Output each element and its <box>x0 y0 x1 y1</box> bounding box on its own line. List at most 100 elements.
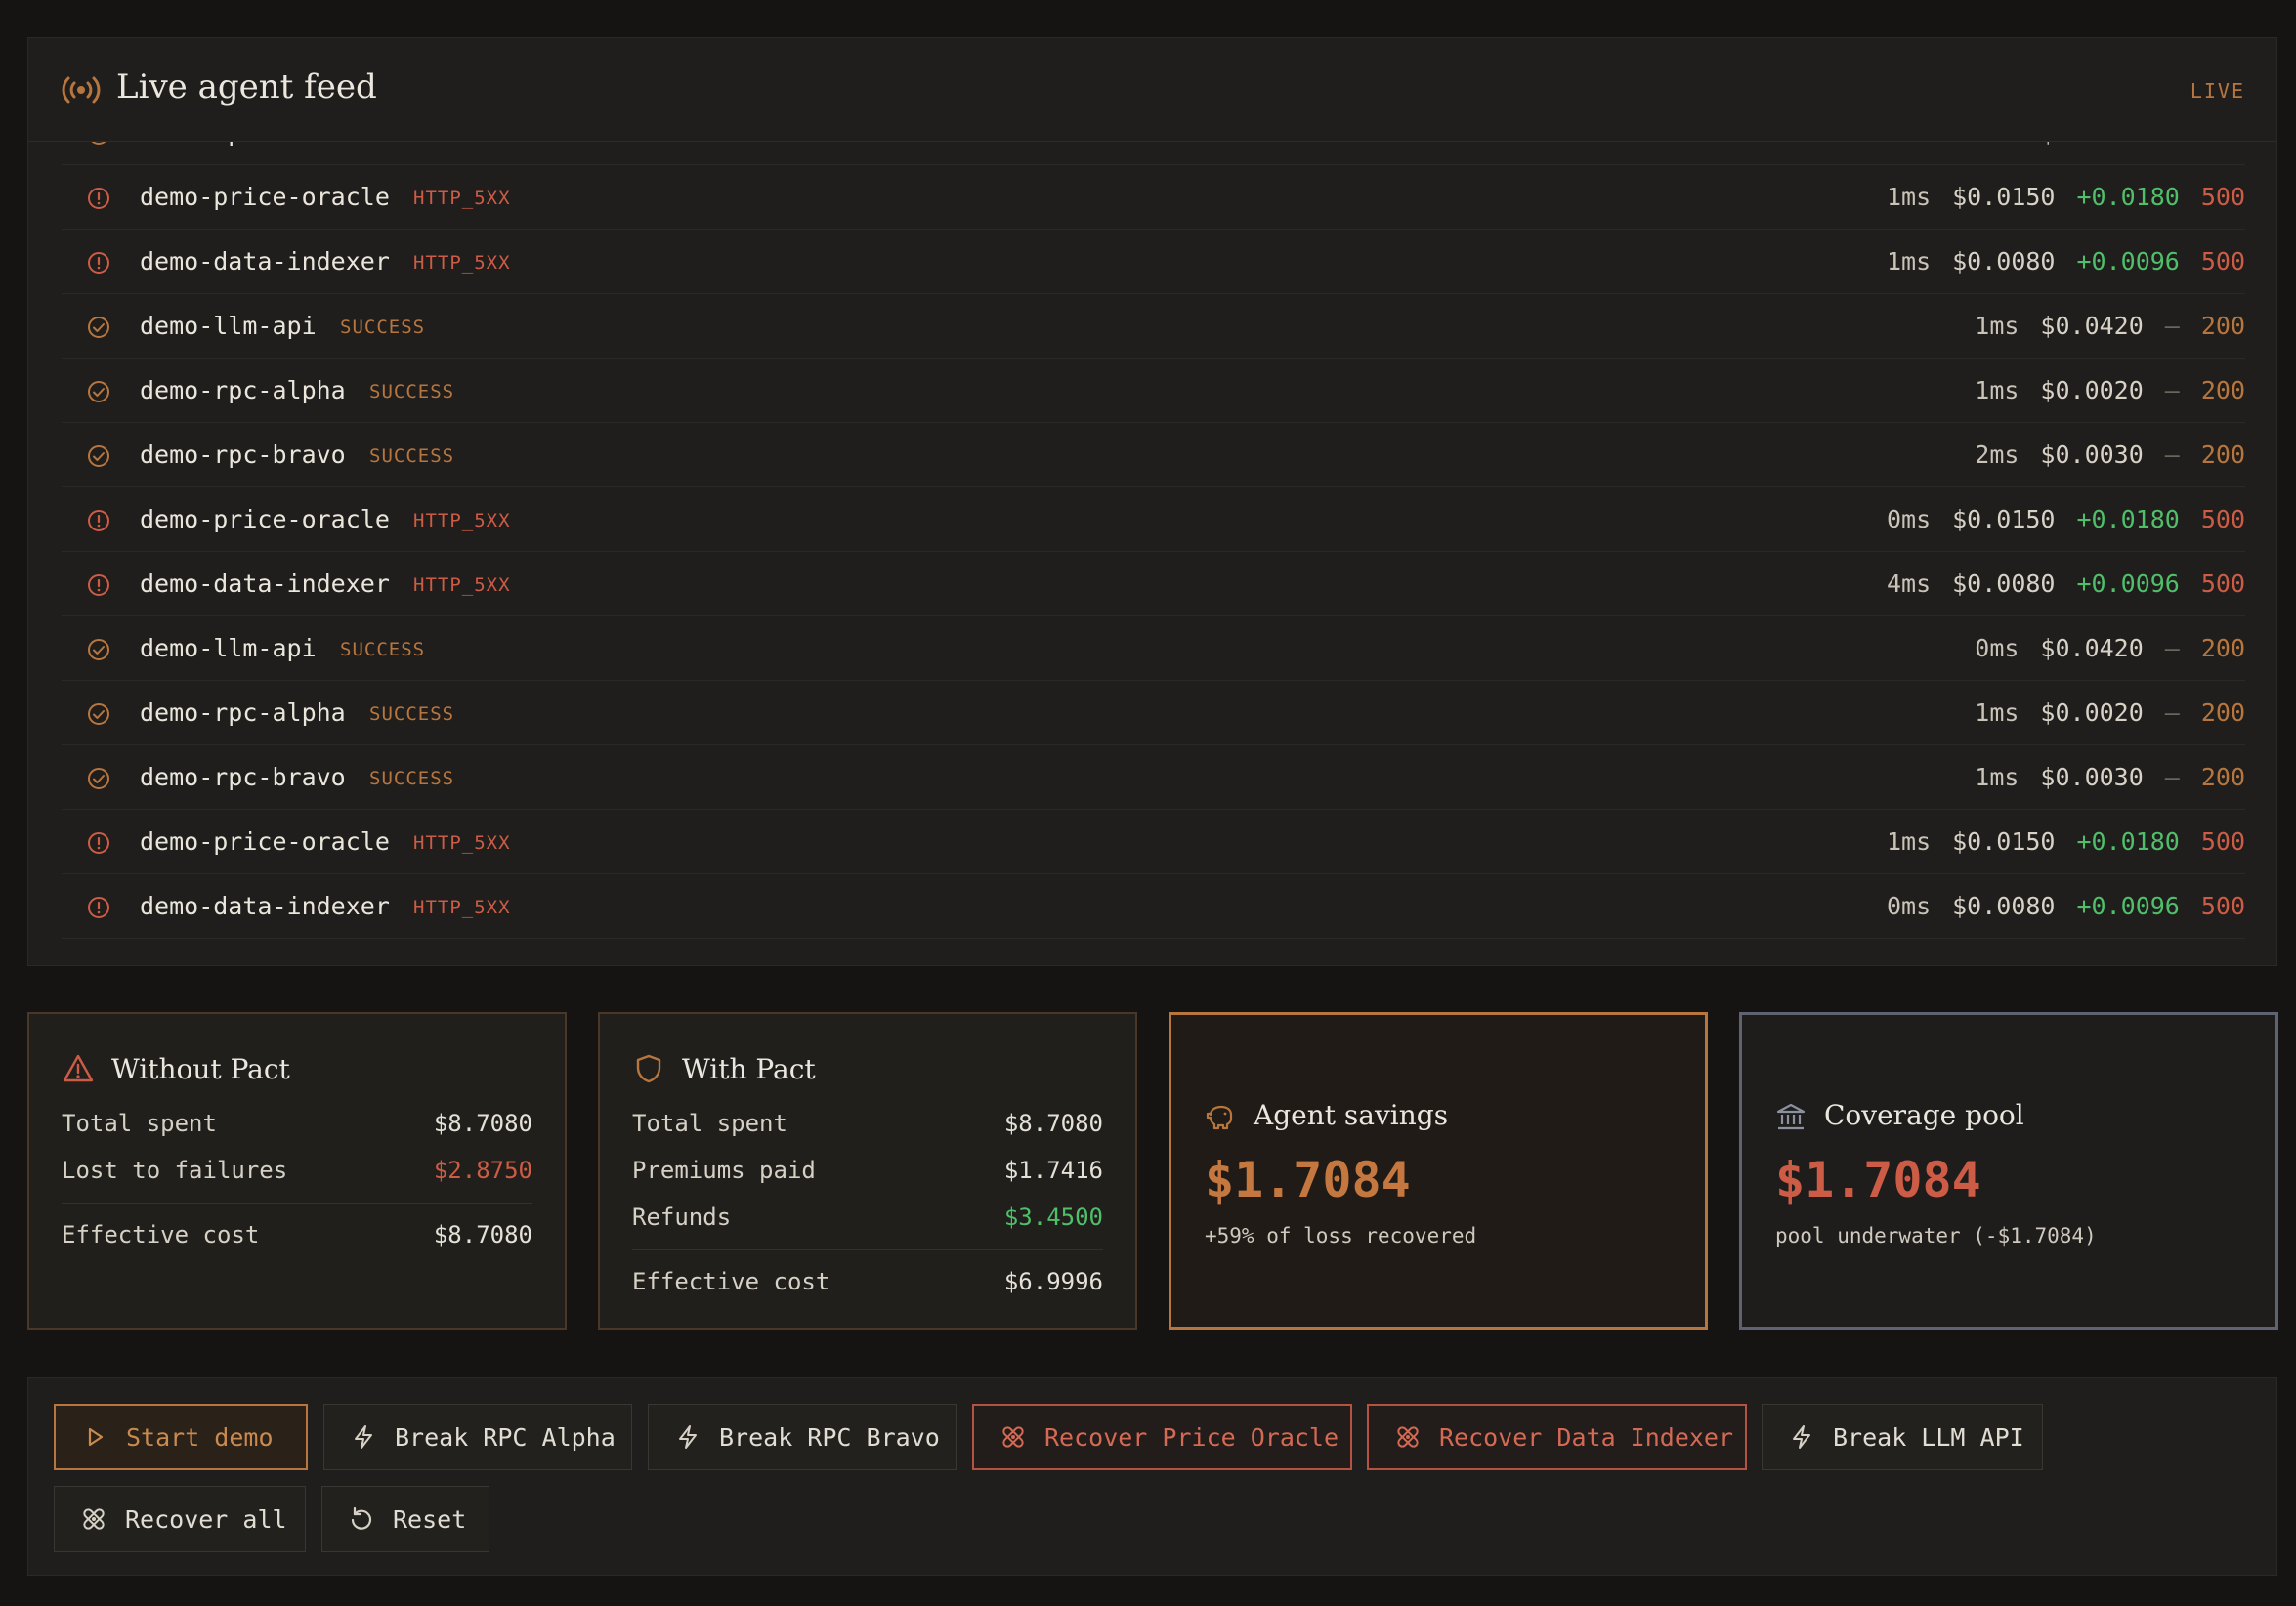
status-badge: HTTP_5XX <box>413 574 511 596</box>
feed-row[interactable]: demo-rpc-alpha SUCCESS 1ms $0.0020–200 <box>62 681 2245 745</box>
status-badge: HTTP_5XX <box>413 832 511 854</box>
endpoint-name: demo-rpc-alpha <box>140 376 346 404</box>
refund: +0.0096 <box>2076 892 2180 920</box>
refund: +0.0096 <box>2076 247 2180 275</box>
row-metrics: 2ms $0.0030–200 <box>1953 441 2245 469</box>
demo-controls: Start demo Break RPC Alpha Break RPC Bra… <box>27 1377 2277 1576</box>
status-code: 500 <box>2200 892 2245 920</box>
feed-row[interactable]: demo-data-indexer HTTP_5XX 0ms $0.0080 +0.00… <box>62 874 2245 939</box>
break-rpc-alpha-button[interactable]: Break RPC Alpha <box>323 1404 632 1470</box>
recover-data-indexer-label: Recover Data Indexer <box>1439 1422 1734 1452</box>
row-metrics: 1ms $0.0420–200 <box>1953 312 2245 340</box>
feed-rows[interactable]: demo-rpc-bravo SUCCESS 1ms $0.0030 – 200 demo-… <box>28 38 2276 965</box>
break-llm-api-label: Break LLM API <box>1833 1422 2024 1452</box>
feed-row[interactable]: demo-rpc-bravo SUCCESS 2ms $0.0030–200 <box>62 423 2245 487</box>
status-badge: SUCCESS <box>369 445 455 467</box>
refund: +0.0180 <box>2076 183 2180 211</box>
endpoint-name: demo-llm-api <box>140 634 317 662</box>
latency: 4ms <box>1886 570 1932 598</box>
recover-all-button[interactable]: Recover all <box>54 1486 306 1552</box>
recover-price-oracle-button[interactable]: Recover Price Oracle <box>972 1404 1352 1470</box>
without-lost-row: Lost to failures $2.8750 <box>62 1151 532 1190</box>
refund: +0.0180 <box>2076 827 2180 856</box>
feed-row[interactable]: demo-llm-api SUCCESS 0ms $0.0420–200 <box>62 616 2245 681</box>
price: $0.0150 <box>1952 505 2056 533</box>
status-badge: SUCCESS <box>369 768 455 789</box>
refund: +0.0096 <box>2076 570 2180 598</box>
status-code: 500 <box>2200 505 2245 533</box>
status-badge: SUCCESS <box>369 703 455 725</box>
status-code: 500 <box>2200 570 2245 598</box>
without-pact-card: Without Pact Total spent $8.7080 Lost to… <box>27 1012 567 1330</box>
endpoint-name: demo-data-indexer <box>140 247 390 275</box>
break-llm-api-button[interactable]: Break LLM API <box>1762 1404 2043 1470</box>
recover-data-indexer-button[interactable]: Recover Data Indexer <box>1367 1404 1747 1470</box>
agent-savings-card: Agent savings $1.7084 +59% of loss recov… <box>1169 1012 1708 1330</box>
refund: – <box>2164 698 2180 727</box>
price: $0.0080 <box>1952 892 2056 920</box>
feed-title: Live agent feed <box>116 67 377 106</box>
row-metrics: 0ms $0.0080 +0.0096 500 <box>1865 892 2245 920</box>
live-badge: LIVE <box>2190 79 2245 103</box>
status-badge: HTTP_5XX <box>413 897 511 918</box>
row-metrics: 0ms $0.0420–200 <box>1953 634 2245 662</box>
value: $6.9996 <box>1003 1268 1103 1295</box>
row-metrics: 1ms $0.0020–200 <box>1953 698 2245 727</box>
feed-row[interactable]: demo-rpc-alpha SUCCESS 1ms $0.0020–200 <box>62 359 2245 423</box>
price: $0.0080 <box>1952 247 2056 275</box>
endpoint-name: demo-data-indexer <box>140 570 390 598</box>
coverage-pool-card: Coverage pool $1.7084 pool underwater (-… <box>1739 1012 2278 1330</box>
endpoint-name: demo-rpc-bravo <box>140 441 346 469</box>
break-rpc-bravo-label: Break RPC Bravo <box>719 1422 940 1452</box>
latency: 1ms <box>1886 183 1932 211</box>
alert-circle-icon <box>88 188 109 209</box>
latency: 2ms <box>1975 441 2020 469</box>
lightning-icon <box>1793 1425 1810 1449</box>
feed-row[interactable]: demo-price-oracle HTTP_5XX 1ms $0.0150 +0.01… <box>62 165 2245 230</box>
reset-label: Reset <box>393 1504 467 1534</box>
price: $0.0030 <box>2040 441 2144 469</box>
break-rpc-bravo-button[interactable]: Break RPC Bravo <box>648 1404 957 1470</box>
with-effective-row: Effective cost $6.9996 <box>632 1262 1103 1301</box>
break-rpc-alpha-label: Break RPC Alpha <box>395 1422 616 1452</box>
feed-row[interactable]: demo-data-indexer HTTP_5XX 1ms $0.0080 +0.00… <box>62 230 2245 294</box>
feed-row[interactable]: demo-price-oracle HTTP_5XX 0ms $0.0150 +0.01… <box>62 487 2245 552</box>
with-pact-title: With Pact <box>682 1053 816 1085</box>
label: Refunds <box>632 1204 732 1231</box>
status-code: 500 <box>2200 827 2245 856</box>
reset-button[interactable]: Reset <box>321 1486 489 1552</box>
feed-row[interactable]: demo-llm-api SUCCESS 1ms $0.0420–200 <box>62 294 2245 359</box>
value: $8.7080 <box>433 1110 532 1137</box>
row-metrics: 1ms $0.0080 +0.0096 500 <box>1865 247 2245 275</box>
value: $3.4500 <box>1003 1204 1103 1231</box>
with-pact-card: With Pact Total spent $8.7080 Premiums p… <box>598 1012 1137 1330</box>
agent-savings-note: +59% of loss recovered <box>1205 1224 1477 1247</box>
endpoint-name: demo-price-oracle <box>140 827 390 856</box>
endpoint-name: demo-rpc-bravo <box>140 763 346 791</box>
start-demo-button[interactable]: Start demo <box>54 1404 308 1470</box>
latency: 1ms <box>1886 827 1932 856</box>
endpoint-name: demo-data-indexer <box>140 892 390 920</box>
status-badge: SUCCESS <box>369 381 455 402</box>
feed-row[interactable]: demo-data-indexer HTTP_5XX 4ms $0.0080 +0.00… <box>62 552 2245 616</box>
with-premiums-row: Premiums paid $1.7416 <box>632 1151 1103 1190</box>
value: $2.8750 <box>433 1157 532 1184</box>
row-metrics: 4ms $0.0080 +0.0096 500 <box>1865 570 2245 598</box>
status-code: 500 <box>2200 183 2245 211</box>
without-total-spent-row: Total spent $8.7080 <box>62 1104 532 1143</box>
play-icon <box>88 1427 104 1447</box>
status-code: 500 <box>2200 247 2245 275</box>
status-badge: SUCCESS <box>340 639 426 660</box>
coverage-pool-title: Coverage pool <box>1824 1099 2024 1131</box>
coverage-pool-note: pool underwater (-$1.7084) <box>1775 1224 2097 1247</box>
alert-circle-icon <box>88 897 109 918</box>
check-circle-icon <box>88 768 109 789</box>
broadcast-icon <box>62 76 101 104</box>
status-code: 200 <box>2200 763 2245 791</box>
check-circle-icon <box>88 381 109 402</box>
feed-row[interactable]: demo-price-oracle HTTP_5XX 1ms $0.0150 +0.01… <box>62 810 2245 874</box>
price: $0.0420 <box>2040 634 2144 662</box>
latency: 1ms <box>1886 247 1932 275</box>
with-refunds-row: Refunds $3.4500 <box>632 1198 1103 1237</box>
feed-row[interactable]: demo-rpc-bravo SUCCESS 1ms $0.0030–200 <box>62 745 2245 810</box>
